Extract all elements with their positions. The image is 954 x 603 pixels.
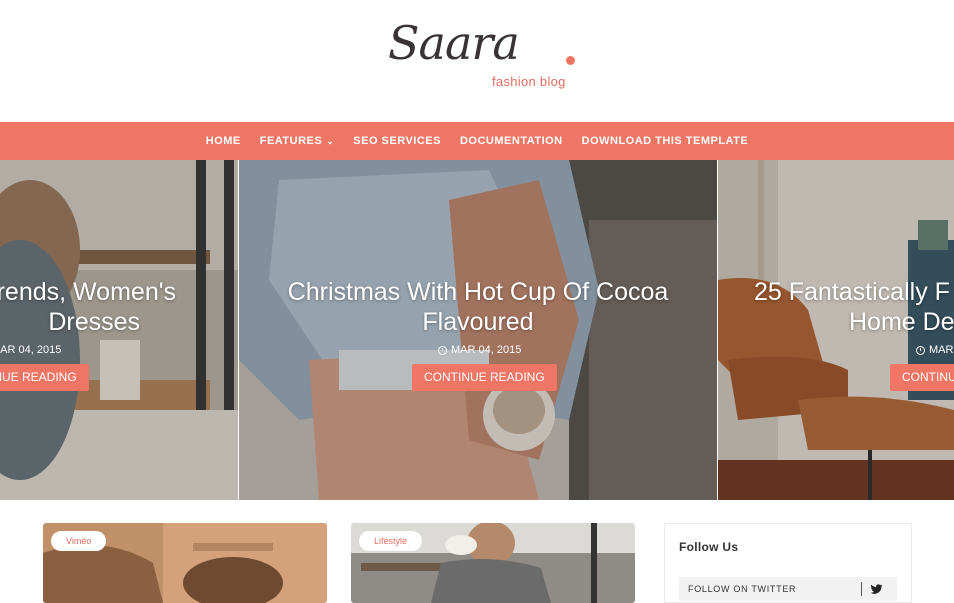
site-header: Saara fashion blog xyxy=(0,0,954,122)
follow-us-widget: Follow Us FOLLOW ON TWITTER xyxy=(664,523,912,603)
follow-twitter-link[interactable]: FOLLOW ON TWITTER xyxy=(679,577,897,601)
nav-item-label: DOWNLOAD THIS TEMPLATE xyxy=(581,135,749,147)
nav-item-label: DOCUMENTATION xyxy=(459,135,563,147)
slide-2[interactable]: Christmas With Hot Cup Of Cocoa Flavoure… xyxy=(239,160,717,500)
slide-date: MAR 04, 2015 xyxy=(0,344,61,356)
category-badge[interactable]: Vimeo xyxy=(51,531,107,551)
nav-item-label: FEATURES xyxy=(259,135,323,147)
nav-item-label: HOME xyxy=(205,135,241,147)
logo-tagline: fashion blog xyxy=(492,74,566,89)
slide-title-line: Trends, Women's xyxy=(0,278,176,306)
clock-icon xyxy=(438,345,447,355)
post-card[interactable]: Lifestyle xyxy=(351,523,635,603)
slide-title-line: 25 Fantastically F xyxy=(754,278,950,306)
slide-title[interactable]: 25 Fantastically F Home De xyxy=(754,277,954,337)
widget-title: Follow Us xyxy=(679,540,739,554)
clock-icon xyxy=(916,345,925,355)
featured-slider: Trends, Women's Dresses MAR 04, 2015 CON… xyxy=(0,160,954,500)
slide-date: MAR xyxy=(916,344,953,356)
follow-twitter-label: FOLLOW ON TWITTER xyxy=(688,584,797,594)
nav-item-download-template[interactable]: DOWNLOAD THIS TEMPLATE xyxy=(582,135,749,147)
twitter-icon xyxy=(870,584,883,594)
slide-date-text: MAR 04, 2015 xyxy=(451,344,522,356)
slide-title-line: Dresses xyxy=(48,308,140,336)
slide-1[interactable]: Trends, Women's Dresses MAR 04, 2015 CON… xyxy=(0,160,238,500)
slide-date: MAR 04, 2015 xyxy=(438,344,521,356)
nav-item-documentation[interactable]: DOCUMENTATION xyxy=(460,135,563,147)
logo-text: Saara xyxy=(388,16,520,70)
site-logo[interactable]: Saara fashion blog xyxy=(380,12,580,98)
nav-item-label: SEO SERVICES xyxy=(353,135,441,147)
slide-title-line: Home De xyxy=(849,308,954,336)
slide-3[interactable]: 25 Fantastically F Home De MAR CONTINU xyxy=(718,160,954,500)
nav-item-home[interactable]: HOME xyxy=(206,135,241,147)
slide-title[interactable]: Christmas With Hot Cup Of Cocoa Flavoure… xyxy=(239,277,717,337)
slide-title-line: Christmas With Hot Cup Of Cocoa xyxy=(287,278,669,306)
slide-title[interactable]: Trends, Women's Dresses xyxy=(0,277,176,337)
post-card[interactable]: Vimeo xyxy=(43,523,327,603)
chevron-down-icon: ⌄ xyxy=(326,135,335,146)
main-nav: HOME FEATURES ⌄ SEO SERVICES DOCUMENTATIO… xyxy=(0,122,954,160)
nav-item-features[interactable]: FEATURES ⌄ xyxy=(260,135,335,147)
divider xyxy=(861,582,862,596)
slide-title-line: Flavoured xyxy=(422,308,534,336)
category-badge[interactable]: Lifestyle xyxy=(359,531,423,551)
continue-reading-button[interactable]: CONTINU xyxy=(890,364,954,391)
nav-item-seo-services[interactable]: SEO SERVICES xyxy=(353,135,441,147)
continue-reading-button[interactable]: CONTINUE READING xyxy=(0,364,89,391)
slide-date-text: MAR xyxy=(929,344,954,356)
continue-reading-button[interactable]: CONTINUE READING xyxy=(412,364,557,391)
logo-dot xyxy=(566,56,575,65)
slide-date-text: MAR 04, 2015 xyxy=(0,344,62,356)
